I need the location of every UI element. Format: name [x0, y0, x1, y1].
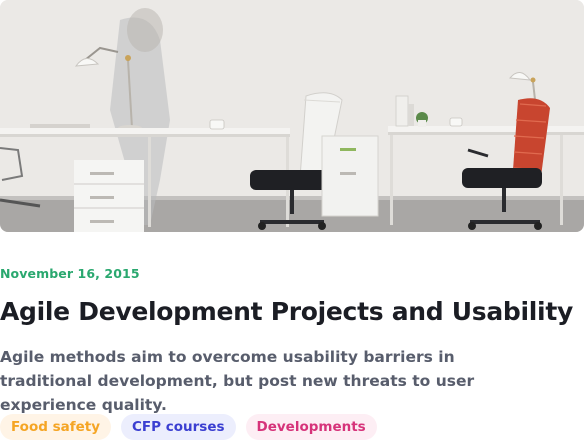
post-date: November 16, 2015 — [0, 266, 140, 281]
post-description: Agile methods aim to overcome usability … — [0, 348, 475, 414]
post-title[interactable]: Agile Development Projects and Usability — [0, 294, 573, 330]
office-photo — [0, 0, 584, 232]
tag-cfp-courses[interactable]: CFP courses — [121, 414, 236, 440]
tag-list: Food safety CFP courses Developments — [0, 414, 377, 440]
blog-post-card: November 16, 2015 Agile Development Proj… — [0, 0, 584, 440]
tag-food-safety[interactable]: Food safety — [0, 414, 112, 440]
tag-developments[interactable]: Developments — [245, 414, 377, 440]
hero-image[interactable] — [0, 0, 584, 232]
